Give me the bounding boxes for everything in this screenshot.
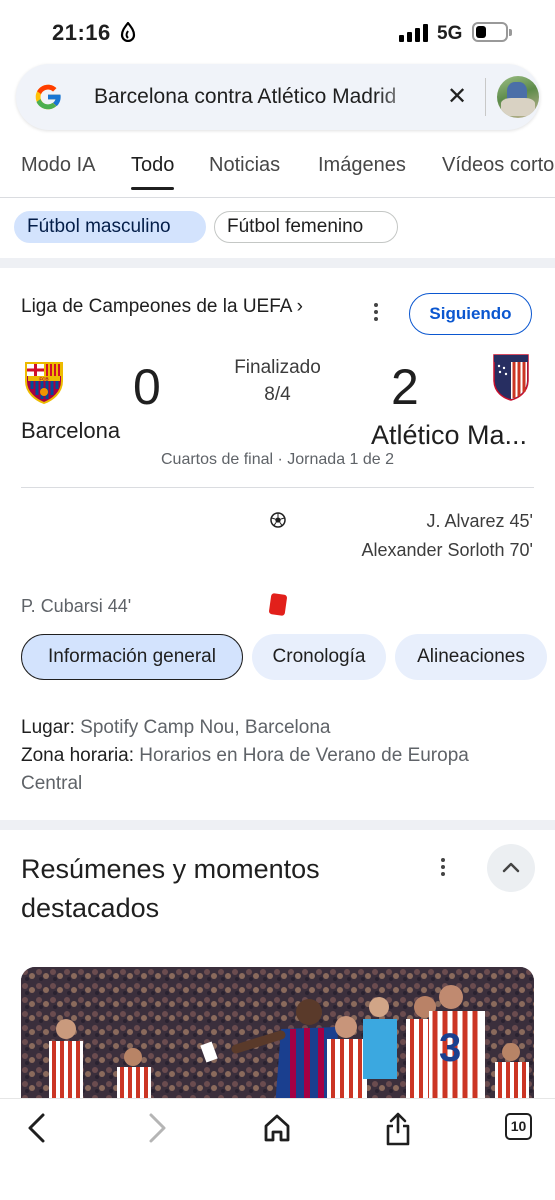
away-goal-2: Alexander Sorloth 70' [361, 540, 533, 560]
tab-timeline[interactable]: Cronología [252, 634, 386, 680]
chevron-up-icon [502, 862, 520, 873]
more-options-icon[interactable] [373, 303, 379, 324]
match-status: Finalizado [234, 357, 321, 378]
home-score: 0 [133, 359, 161, 415]
network-type: 5G [437, 23, 463, 44]
away-team-name[interactable]: Atlético Ma... [371, 420, 527, 451]
chip-womens-football[interactable]: Fútbol femenino [214, 211, 398, 243]
account-avatar[interactable] [497, 76, 539, 118]
search-bar[interactable]: Barcelona contra Atlético Madrid ✕ [16, 64, 540, 130]
tabs-count-button[interactable]: 10 [505, 1113, 532, 1140]
home-red-card-player: P. Cubarsi 44' [21, 596, 132, 616]
tab-ai-mode[interactable]: Modo IA [21, 154, 95, 177]
google-logo-icon [32, 81, 64, 118]
share-icon[interactable] [383, 1111, 413, 1152]
home-team-name[interactable]: Barcelona [21, 418, 120, 444]
league-link[interactable]: Liga de Campeones de la UEFA › [21, 296, 303, 318]
search-query[interactable]: Barcelona contra Atlético Madrid [94, 85, 426, 109]
highlights-title: Resúmenes y momentos destacados [21, 854, 320, 923]
tab-lineups[interactable]: Alineaciones [395, 634, 547, 680]
section-separator [0, 820, 555, 830]
back-icon[interactable] [24, 1111, 50, 1150]
home-icon[interactable] [262, 1111, 292, 1150]
tab-overview[interactable]: Información general [21, 634, 243, 680]
barcelona-crest-icon[interactable]: FCB [22, 359, 66, 410]
svg-text:3: 3 [439, 1026, 461, 1070]
match-round: Cuartos de final · Jornada 1 de 2 [160, 451, 395, 468]
status-bar: 21:16 5G [0, 0, 555, 62]
away-score: 2 [391, 359, 419, 415]
venue-label: Lugar: [21, 717, 75, 738]
clock: 21:16 [52, 20, 111, 45]
goal-ball-icon [270, 512, 286, 533]
divider [21, 487, 534, 488]
match-photo: 3 [21, 967, 534, 1107]
away-goal-1: J. Alvarez 45' [426, 511, 534, 531]
search-tabs: Modo IA Todo Noticias Imágenes Vídeos co… [0, 146, 555, 198]
venue-info: Lugar: Spotify Camp Nou, Barcelona [21, 714, 521, 742]
battery-icon [472, 22, 512, 42]
highlights-more-icon[interactable] [440, 858, 446, 879]
tab-news[interactable]: Noticias [209, 154, 280, 177]
forward-icon[interactable] [144, 1111, 170, 1150]
browser-toolbar: 10 [0, 1098, 555, 1200]
highlight-video-thumbnail[interactable]: 3 [21, 967, 534, 1107]
tab-images[interactable]: Imágenes [318, 154, 406, 177]
atletico-crest-icon[interactable] [491, 352, 531, 407]
timezone-info: Zona horaria: Horarios en Hora de Verano… [21, 742, 521, 798]
collapse-button[interactable] [487, 844, 535, 892]
clear-search-icon[interactable]: ✕ [444, 84, 470, 110]
section-separator [0, 258, 555, 268]
red-card-icon [268, 592, 288, 617]
tab-all[interactable]: Todo [131, 154, 175, 190]
timezone-label: Zona horaria: [21, 745, 135, 766]
focus-mode-icon [120, 21, 136, 47]
chip-mens-football[interactable]: Fútbol masculino [14, 211, 206, 243]
following-button[interactable]: Siguiendo [409, 293, 532, 335]
svg-text:FCB: FCB [39, 376, 49, 381]
tab-short-videos[interactable]: Vídeos cortos [442, 154, 555, 177]
signal-icon [399, 24, 428, 42]
search-divider [485, 78, 486, 116]
match-date: 8/4 [264, 384, 291, 405]
venue-value: Spotify Camp Nou, Barcelona [80, 717, 331, 738]
